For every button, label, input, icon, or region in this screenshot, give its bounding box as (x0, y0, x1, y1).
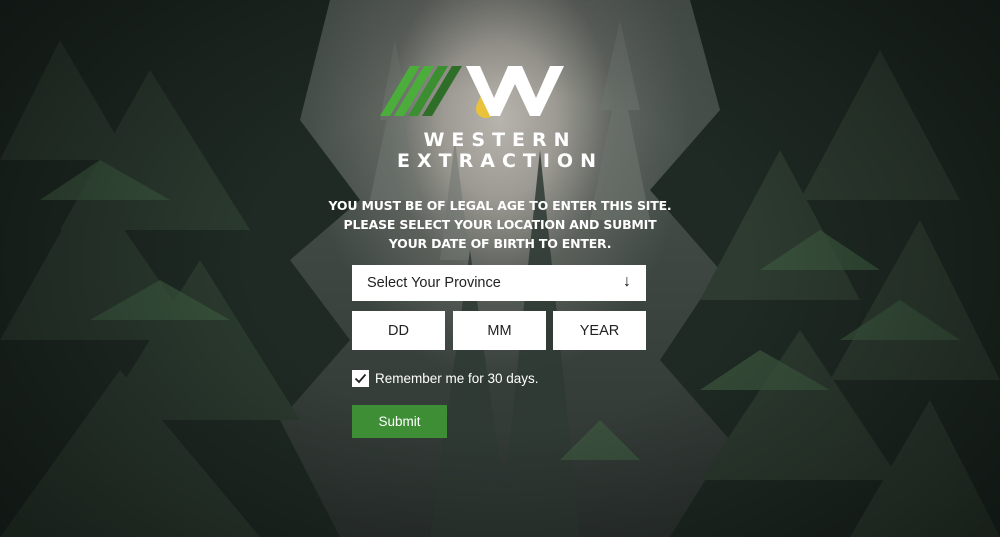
remember-me-label: Remember me for 30 days. (375, 371, 539, 386)
province-select[interactable]: Select Your Province ↓ (352, 265, 646, 301)
age-notice: YOU MUST BE OF LEGAL AGE TO ENTER THIS S… (300, 196, 700, 253)
age-notice-line-3: YOUR DATE OF BIRTH TO ENTER. (388, 236, 612, 251)
birth-day-input[interactable] (352, 311, 445, 350)
checkmark-icon (354, 373, 367, 384)
brand-name-line-2: EXTRACTION (397, 150, 603, 172)
brand-name-line-1: WESTERN (423, 129, 577, 151)
province-select-value: Select Your Province (367, 275, 501, 291)
western-extraction-logo (380, 62, 620, 120)
remember-me-option[interactable]: Remember me for 30 days. (352, 370, 539, 387)
arrow-down-icon: ↓ (623, 273, 631, 290)
remember-me-checkbox[interactable] (352, 370, 369, 387)
birth-month-input[interactable] (453, 311, 546, 350)
birth-year-input[interactable] (553, 311, 646, 350)
age-notice-line-2: PLEASE SELECT YOUR LOCATION AND SUBMIT (343, 217, 657, 232)
age-notice-line-1: YOU MUST BE OF LEGAL AGE TO ENTER THIS S… (328, 198, 672, 213)
submit-button[interactable]: Submit (352, 405, 447, 438)
